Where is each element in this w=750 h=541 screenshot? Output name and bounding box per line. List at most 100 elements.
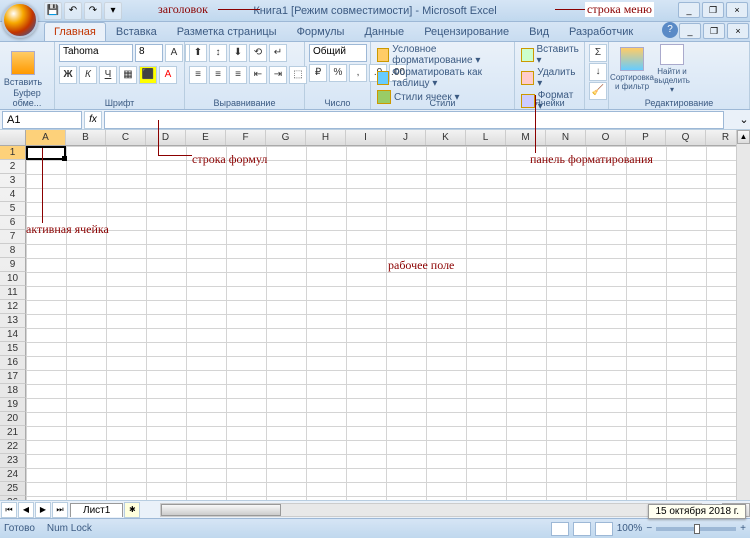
font-color-button[interactable]: A <box>159 66 177 84</box>
clear-icon[interactable]: 🧹 <box>589 82 607 100</box>
paste-button[interactable]: Вставить <box>4 44 42 94</box>
new-sheet-icon[interactable]: ✱ <box>124 502 140 518</box>
tab-developer[interactable]: Разработчик <box>559 22 643 41</box>
zoom-in-button[interactable]: + <box>740 523 746 534</box>
autosum-icon[interactable]: Σ <box>589 44 607 62</box>
hscroll-thumb[interactable] <box>161 504 281 516</box>
row-header-5[interactable]: 5 <box>0 202 26 216</box>
row-header-13[interactable]: 13 <box>0 314 26 328</box>
conditional-formatting-button[interactable]: Условное форматирование ▾ <box>375 44 510 66</box>
zoom-percent[interactable]: 100% <box>617 523 643 534</box>
fill-color-button[interactable]: ⬛ <box>139 66 157 84</box>
row-header-25[interactable]: 25 <box>0 482 26 496</box>
number-format-combo[interactable]: Общий <box>309 44 367 62</box>
font-name-combo[interactable]: Tahoma <box>59 44 133 62</box>
col-header-J[interactable]: J <box>386 130 426 145</box>
orientation-icon[interactable]: ⟲ <box>249 44 267 62</box>
col-header-D[interactable]: D <box>146 130 186 145</box>
row-header-7[interactable]: 7 <box>0 230 26 244</box>
view-normal-icon[interactable] <box>551 522 569 536</box>
maximize-button[interactable]: ❐ <box>702 2 724 18</box>
sheet-nav-prev-icon[interactable]: ◀ <box>18 502 34 518</box>
col-header-A[interactable]: A <box>26 130 66 145</box>
zoom-thumb[interactable] <box>694 524 700 534</box>
tab-home[interactable]: Главная <box>44 22 106 41</box>
scroll-up-icon[interactable]: ▲ <box>737 130 750 144</box>
horizontal-scrollbar[interactable] <box>160 503 702 517</box>
border-button[interactable]: ▦ <box>119 66 137 84</box>
sheet-nav-first-icon[interactable]: ⏮ <box>1 502 17 518</box>
fx-button[interactable]: fx <box>84 111 102 129</box>
row-header-3[interactable]: 3 <box>0 174 26 188</box>
zoom-out-button[interactable]: − <box>646 523 652 534</box>
find-select-button[interactable]: Найти и выделить ▾ <box>653 44 691 94</box>
currency-icon[interactable]: ₽ <box>309 64 327 82</box>
row-header-1[interactable]: 1 <box>0 146 26 160</box>
row-header-6[interactable]: 6 <box>0 216 26 230</box>
col-header-M[interactable]: M <box>506 130 546 145</box>
doc-restore-button[interactable]: ❐ <box>703 23 725 39</box>
insert-cells-button[interactable]: Вставить ▾ <box>519 44 582 66</box>
office-button[interactable] <box>2 2 38 38</box>
row-header-14[interactable]: 14 <box>0 328 26 342</box>
align-right-icon[interactable]: ≡ <box>229 66 247 84</box>
indent-inc-icon[interactable]: ⇥ <box>269 66 287 84</box>
align-left-icon[interactable]: ≡ <box>189 66 207 84</box>
percent-icon[interactable]: % <box>329 64 347 82</box>
help-button[interactable]: ? <box>662 22 678 38</box>
align-top-icon[interactable]: ⬆ <box>189 44 207 62</box>
cell-grid[interactable] <box>26 146 750 500</box>
align-middle-icon[interactable]: ↕ <box>209 44 227 62</box>
row-header-9[interactable]: 9 <box>0 258 26 272</box>
tab-data[interactable]: Данные <box>354 22 414 41</box>
row-header-11[interactable]: 11 <box>0 286 26 300</box>
row-header-22[interactable]: 22 <box>0 440 26 454</box>
row-header-10[interactable]: 10 <box>0 272 26 286</box>
qat-more-icon[interactable]: ▾ <box>104 2 122 20</box>
col-header-L[interactable]: L <box>466 130 506 145</box>
formula-expand-icon[interactable]: ⌄ <box>738 113 750 126</box>
fill-icon[interactable]: ↓ <box>589 63 607 81</box>
sheet-nav-next-icon[interactable]: ▶ <box>35 502 51 518</box>
row-header-19[interactable]: 19 <box>0 398 26 412</box>
col-header-E[interactable]: E <box>186 130 226 145</box>
col-header-Q[interactable]: Q <box>666 130 706 145</box>
tab-insert[interactable]: Вставка <box>106 22 167 41</box>
col-header-K[interactable]: K <box>426 130 466 145</box>
sort-filter-button[interactable]: Сортировка и фильтр <box>613 44 651 94</box>
sheet-tab-1[interactable]: Лист1 <box>70 503 123 517</box>
col-header-C[interactable]: C <box>106 130 146 145</box>
indent-dec-icon[interactable]: ⇤ <box>249 66 267 84</box>
name-box[interactable] <box>2 111 82 129</box>
row-header-24[interactable]: 24 <box>0 468 26 482</box>
align-center-icon[interactable]: ≡ <box>209 66 227 84</box>
minimize-button[interactable]: _ <box>678 2 700 18</box>
vertical-scrollbar[interactable]: ▲ <box>736 130 750 500</box>
row-header-15[interactable]: 15 <box>0 342 26 356</box>
row-header-20[interactable]: 20 <box>0 412 26 426</box>
align-bottom-icon[interactable]: ⬇ <box>229 44 247 62</box>
row-header-12[interactable]: 12 <box>0 300 26 314</box>
col-header-N[interactable]: N <box>546 130 586 145</box>
col-header-F[interactable]: F <box>226 130 266 145</box>
wrap-text-icon[interactable]: ↵ <box>269 44 287 62</box>
zoom-slider[interactable] <box>656 527 736 531</box>
font-size-combo[interactable]: 8 <box>135 44 163 62</box>
view-layout-icon[interactable] <box>573 522 591 536</box>
row-header-21[interactable]: 21 <box>0 426 26 440</box>
tab-view[interactable]: Вид <box>519 22 559 41</box>
tab-page-layout[interactable]: Разметка страницы <box>167 22 287 41</box>
delete-cells-button[interactable]: Удалить ▾ <box>519 67 582 89</box>
active-cell[interactable] <box>26 146 66 160</box>
save-icon[interactable]: 💾 <box>44 2 62 20</box>
view-pagebreak-icon[interactable] <box>595 522 613 536</box>
undo-icon[interactable]: ↶ <box>64 2 82 20</box>
col-header-O[interactable]: O <box>586 130 626 145</box>
col-header-G[interactable]: G <box>266 130 306 145</box>
sheet-nav-last-icon[interactable]: ⏭ <box>52 502 68 518</box>
select-all-corner[interactable] <box>0 130 26 146</box>
row-header-4[interactable]: 4 <box>0 188 26 202</box>
row-header-17[interactable]: 17 <box>0 370 26 384</box>
comma-icon[interactable]: , <box>349 64 367 82</box>
row-header-16[interactable]: 16 <box>0 356 26 370</box>
